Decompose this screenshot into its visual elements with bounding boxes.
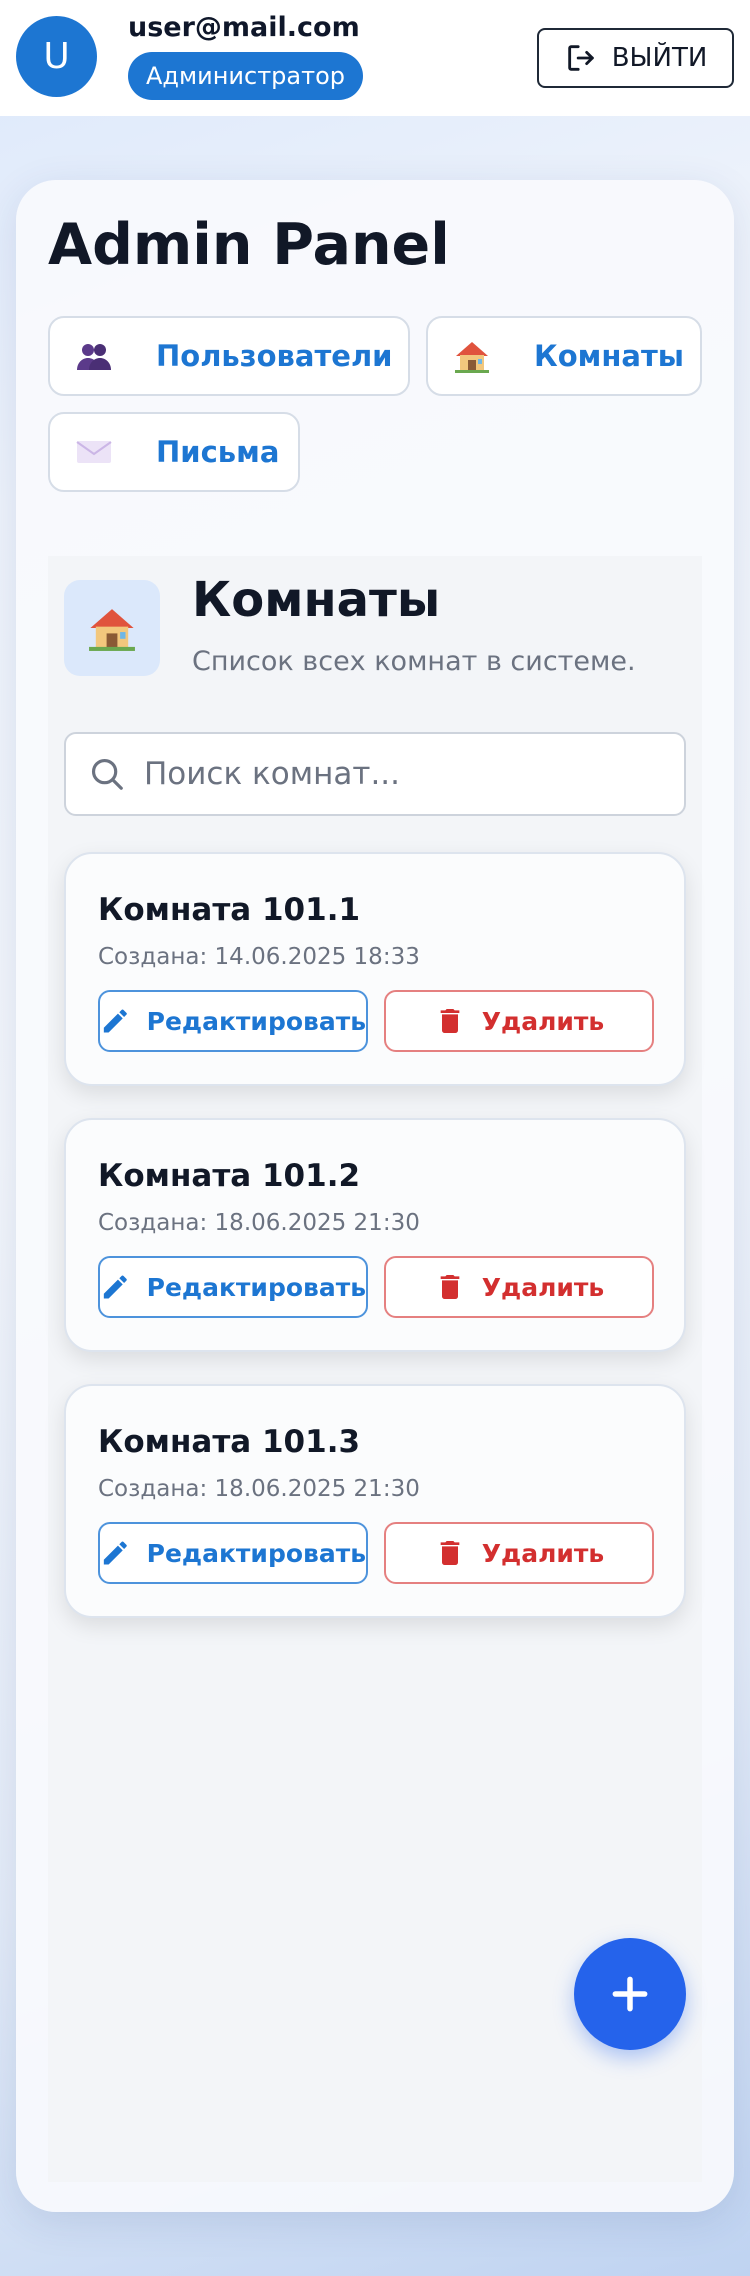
nav-rooms-button[interactable]: Комнаты [426,316,702,396]
room-card: Комната 101.2 Создана: 18.06.2025 21:30 … [64,1118,686,1352]
room-created-date: Создана: 14.06.2025 18:33 [98,944,420,970]
edit-room-button[interactable]: Редактировать [98,1522,368,1584]
house-icon [452,336,492,376]
edit-room-button[interactable]: Редактировать [98,1256,368,1318]
nav-mail-label: Письма [156,435,280,469]
section-icon [64,580,160,676]
pencil-icon [103,1541,127,1565]
nav-users-label: Пользователи [156,339,393,373]
page-title: Admin Panel [48,212,450,278]
user-email: user@mail.com [128,12,360,43]
search-icon [91,758,123,790]
section-subtitle: Список всех комнат в системе. [192,646,636,677]
role-badge: Администратор [128,52,364,100]
room-name: Комната 101.3 [98,1424,361,1460]
room-name: Комната 101.2 [98,1158,361,1194]
logout-icon [567,45,594,71]
nav-mail-button[interactable]: Письма [48,412,300,492]
edit-label: Редактировать [146,1272,366,1302]
delete-label: Удалить [481,1272,605,1302]
edit-room-button[interactable]: Редактировать [98,990,368,1052]
envelope-icon [74,432,114,472]
trash-icon [440,1541,460,1565]
delete-room-button[interactable]: Удалить [384,990,654,1052]
top-bar: U user@mail.com Администратор ВЫЙТИ [0,0,750,116]
trash-icon [440,1275,460,1299]
add-room-button[interactable] [574,1938,686,2050]
admin-panel: Admin Panel Пользователи Комнаты Письма … [16,180,734,2212]
delete-label: Удалить [481,1006,605,1036]
room-created-date: Создана: 18.06.2025 21:30 [98,1476,420,1502]
avatar[interactable]: U [16,16,97,97]
nav-users-button[interactable]: Пользователи [48,316,410,396]
search-box[interactable] [64,732,686,816]
delete-label: Удалить [481,1538,605,1568]
logout-button[interactable]: ВЫЙТИ [537,28,734,88]
room-card: Комната 101.3 Создана: 18.06.2025 21:30 … [64,1384,686,1618]
pencil-icon [103,1275,127,1299]
delete-room-button[interactable]: Удалить [384,1256,654,1318]
house-icon [89,609,135,651]
trash-icon [440,1009,460,1033]
room-created-date: Создана: 18.06.2025 21:30 [98,1210,420,1236]
room-card: Комната 101.1 Создана: 14.06.2025 18:33 … [64,852,686,1086]
users-icon [74,336,114,376]
pencil-icon [103,1009,127,1033]
nav-rooms-label: Комнаты [534,339,684,373]
edit-label: Редактировать [146,1538,366,1568]
section-title: Комнаты [192,572,441,628]
search-input[interactable] [144,756,664,792]
rooms-section: Комнаты Список всех комнат в системе. Ко… [48,556,702,2182]
plus-icon [612,1976,648,2012]
room-name: Комната 101.1 [98,892,361,928]
logout-label: ВЫЙТИ [611,43,708,73]
edit-label: Редактировать [146,1006,366,1036]
delete-room-button[interactable]: Удалить [384,1522,654,1584]
